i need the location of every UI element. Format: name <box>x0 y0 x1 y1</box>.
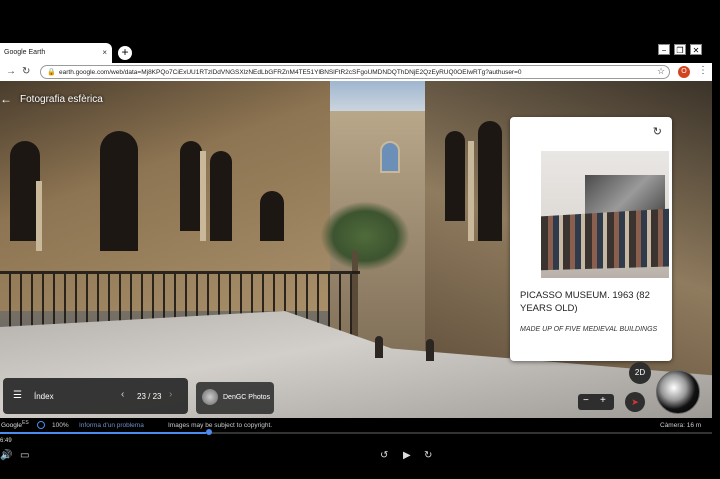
column <box>36 181 42 251</box>
loading-icon <box>37 421 45 429</box>
gothic-window <box>380 141 400 173</box>
tab-title: Google Earth <box>4 49 46 56</box>
index-panel: ☰ Índex ‹ 23 / 23 › <box>3 378 188 414</box>
chevron-right-icon[interactable]: › <box>169 389 172 400</box>
zoom-percent: 100% <box>52 422 69 429</box>
screen: Google Earth × + − ❐ ✕ → ↻ 🔒 earth.googl… <box>0 0 720 479</box>
toggle-2d-button[interactable]: 2D <box>629 362 651 384</box>
person <box>426 339 434 361</box>
list-icon[interactable]: ☰ <box>13 390 22 401</box>
page-title: Fotografia esfèrica <box>20 93 103 105</box>
column <box>468 141 474 241</box>
reload-icon[interactable]: ↻ <box>22 66 30 77</box>
back-arrow-icon[interactable]: ← <box>0 92 12 106</box>
tab-close-icon[interactable]: × <box>102 48 107 57</box>
chevron-left-icon[interactable]: ‹ <box>121 389 124 400</box>
play-icon[interactable]: ▶ <box>403 450 411 461</box>
google-logo: Google <box>1 422 22 429</box>
refresh-icon[interactable]: ↻ <box>653 125 662 138</box>
card-photo[interactable] <box>541 151 669 278</box>
address-bar: → ↻ 🔒 earth.google.com/web/data=Mj8KPQo7… <box>0 63 712 81</box>
card-title: PICASSO MUSEUM. 1963 (82 YEARS OLD) <box>520 290 650 314</box>
info-card: ↻ PICASSO MUSEUM. 1963 (82 YEARS OLD) MA… <box>510 117 672 361</box>
index-label[interactable]: Índex <box>34 392 54 401</box>
url-input[interactable]: 🔒 earth.google.com/web/data=Mj8KPQo7CiEx… <box>40 65 670 79</box>
close-window-button[interactable]: ✕ <box>690 44 702 55</box>
camera-altitude: Càmera: 16 m <box>660 422 702 429</box>
star-icon[interactable]: ☆ <box>657 66 665 77</box>
contributor-name: DenGC Photos <box>223 394 271 401</box>
forward-icon[interactable]: ↻ <box>424 450 432 461</box>
contributor-chip[interactable]: DenGC Photos <box>196 382 274 414</box>
arch <box>210 151 232 241</box>
tab-strip: Google Earth × + − ❐ ✕ <box>0 43 720 63</box>
panorama-header: ← Fotografia esfèrica <box>0 90 103 108</box>
video-progress-bar[interactable] <box>0 432 712 434</box>
zoom-in-button[interactable]: + <box>600 395 606 406</box>
globe-icon[interactable] <box>656 370 700 414</box>
new-tab-button[interactable]: + <box>118 46 132 60</box>
person <box>375 336 383 358</box>
url-text: earth.google.com/web/data=Mj8KPQo7CiExUU… <box>59 69 522 76</box>
arch <box>478 121 502 241</box>
slide-counter: 23 / 23 <box>137 392 162 401</box>
zoom-out-button[interactable]: − <box>583 395 589 406</box>
copyright-text: Images may be subject to copyright. <box>168 422 273 429</box>
minimize-button[interactable]: − <box>658 44 670 55</box>
restore-button[interactable]: ❐ <box>674 44 686 55</box>
logo-suffix: ES <box>22 420 29 426</box>
arch <box>100 131 138 251</box>
arch <box>180 141 202 231</box>
column <box>200 151 206 241</box>
arch <box>445 131 465 221</box>
window <box>260 191 284 241</box>
card-subtitle: MADE UP OF FIVE MEDIEVAL BUILDINGS <box>520 326 658 333</box>
avatar <box>202 389 218 405</box>
report-problem-link[interactable]: Informa d'un problema <box>79 422 144 429</box>
browser-tab[interactable]: Google Earth × <box>0 43 112 63</box>
video-controls: 6:49 🔊 ▭ ↺ ▶ ↻ <box>0 436 720 479</box>
group-of-people <box>541 208 669 271</box>
lock-icon: 🔒 <box>47 69 56 76</box>
back-icon[interactable]: → <box>6 66 16 77</box>
progress-handle[interactable] <box>206 429 212 435</box>
palm-tree <box>320 201 410 271</box>
menu-icon[interactable]: ⋮ <box>698 65 708 76</box>
video-time: 6:49 <box>0 438 12 444</box>
rewind-icon[interactable]: ↺ <box>380 450 388 461</box>
profile-avatar[interactable]: O <box>678 66 690 78</box>
volume-icon[interactable]: 🔊 <box>0 450 12 461</box>
captions-icon[interactable]: ▭ <box>20 450 29 461</box>
zoom-control: − + <box>578 394 614 410</box>
compass-icon[interactable]: ➤ <box>625 392 645 412</box>
video-progress-fill <box>0 432 207 434</box>
